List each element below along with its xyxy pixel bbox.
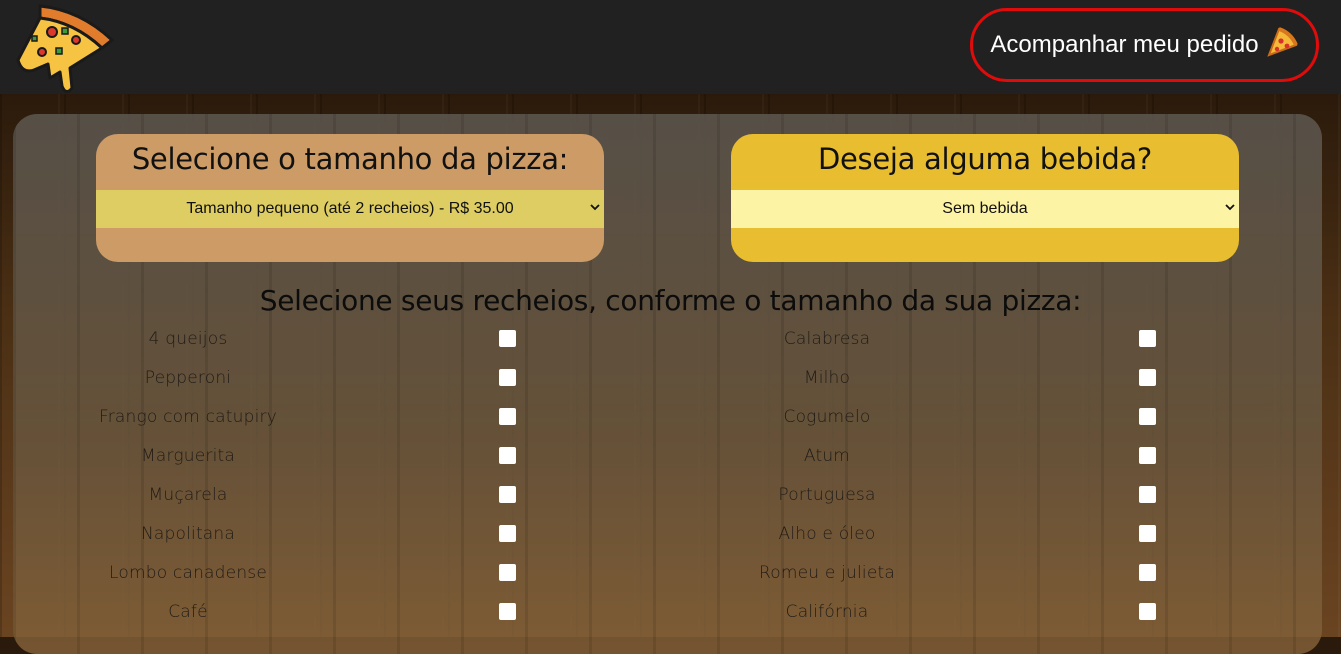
filling-label: Milho	[803, 368, 851, 388]
filling-checkbox[interactable]	[499, 603, 516, 620]
filling-checkbox[interactable]	[1139, 447, 1156, 464]
track-order-button[interactable]: Acompanhar meu pedido	[970, 8, 1319, 82]
filling-label: Cogumelo	[783, 407, 871, 427]
filling-checkbox[interactable]	[1139, 525, 1156, 542]
filling-label: Calabresa	[783, 329, 871, 349]
pizza-size-title: Selecione o tamanho da pizza:	[131, 142, 569, 176]
pizza-logo-icon[interactable]	[10, 0, 114, 98]
drink-card: Deseja alguma bebida? Sem bebida	[731, 134, 1239, 262]
drink-select[interactable]: Sem bebida	[731, 190, 1239, 228]
filling-checkbox[interactable]	[499, 486, 516, 503]
filling-label: Marguerita	[140, 446, 235, 466]
filling-checkbox[interactable]	[1139, 408, 1156, 425]
pizza-size-selected-value: Tamanho pequeno (até 2 recheios) - R$ 35…	[186, 200, 514, 217]
top-bar: Acompanhar meu pedido	[0, 0, 1341, 94]
filling-label: Portuguesa	[778, 485, 876, 505]
filling-label: Café	[168, 602, 208, 622]
track-order-label: Acompanhar meu pedido	[990, 31, 1259, 58]
filling-checkbox[interactable]	[1139, 603, 1156, 620]
filling-checkbox[interactable]	[499, 408, 516, 425]
pizza-emoji-icon	[1266, 27, 1298, 57]
filling-label: Napolitana	[140, 524, 236, 544]
filling-label: Frango com catupiry	[98, 407, 277, 427]
filling-checkbox[interactable]	[499, 564, 516, 581]
filling-checkbox[interactable]	[499, 330, 516, 347]
filling-label: Romeu e julieta	[759, 563, 895, 583]
filling-checkbox[interactable]	[499, 525, 516, 542]
filling-label: Alho e óleo	[778, 524, 876, 544]
filling-checkbox[interactable]	[499, 369, 516, 386]
filling-label: Pepperoni	[144, 368, 232, 388]
filling-checkbox[interactable]	[1139, 564, 1156, 581]
filling-label: 4 queijos	[148, 329, 228, 349]
filling-label: Atum	[803, 446, 851, 466]
drink-title: Deseja alguma bebida?	[817, 142, 1152, 176]
pizza-size-card: Selecione o tamanho da pizza: Tamanho pe…	[96, 134, 604, 262]
pizza-size-select[interactable]: Tamanho pequeno (até 2 recheios) - R$ 35…	[96, 190, 604, 228]
filling-checkbox[interactable]	[1139, 486, 1156, 503]
filling-checkbox[interactable]	[1139, 369, 1156, 386]
filling-label: Lombo canadense	[108, 563, 268, 583]
drink-selected-value: Sem bebida	[942, 200, 1028, 217]
fillings-title: Selecione seus recheios, conforme o tama…	[259, 284, 1082, 317]
filling-label: Muçarela	[148, 485, 228, 505]
filling-checkbox[interactable]	[499, 447, 516, 464]
chevron-down-icon	[590, 204, 600, 211]
filling-checkbox[interactable]	[1139, 330, 1156, 347]
filling-label: Califórnia	[785, 602, 869, 622]
chevron-down-icon	[1225, 204, 1235, 211]
